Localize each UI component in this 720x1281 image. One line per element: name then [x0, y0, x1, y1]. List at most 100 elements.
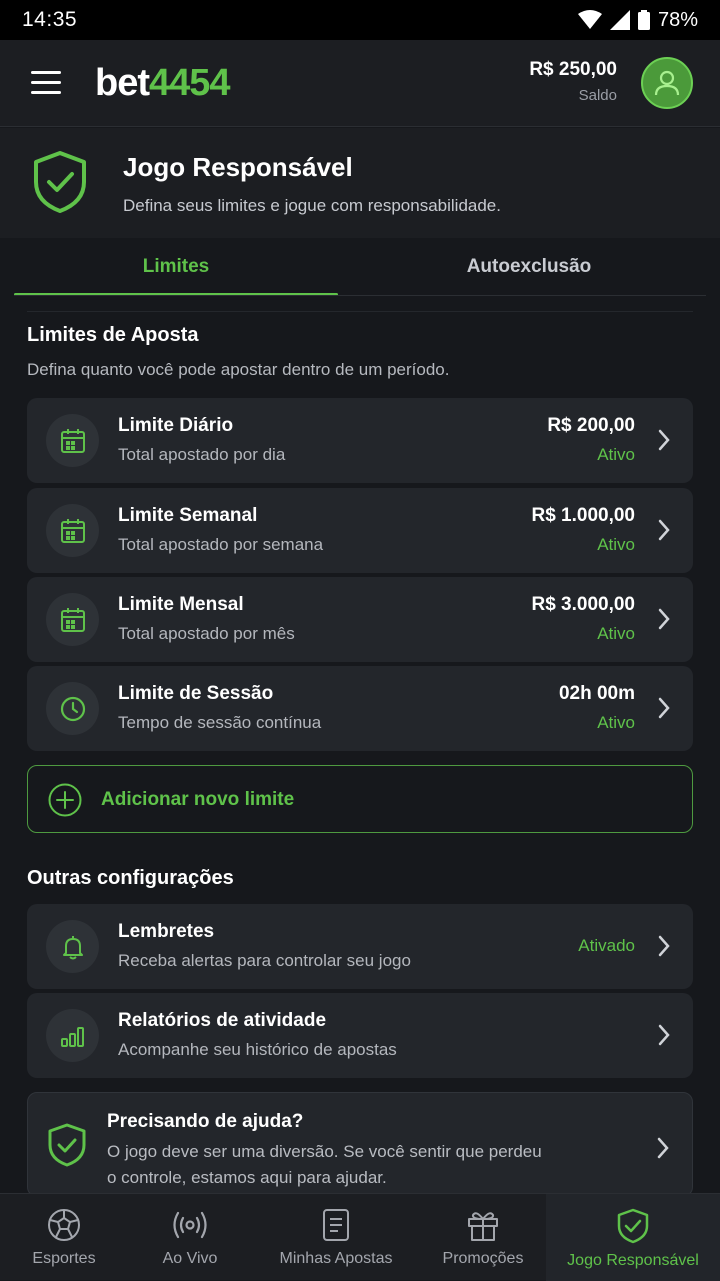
divider — [27, 311, 693, 312]
receipt-icon — [323, 1209, 349, 1241]
nav-ao-vivo[interactable]: Ao Vivo — [128, 1194, 252, 1281]
limit-card-monthly[interactable]: Limite Mensal Total apostado por mês R$ … — [27, 577, 693, 662]
chevron-right-icon — [658, 519, 670, 541]
icon-badge — [46, 414, 99, 467]
limit-status: Ativo — [597, 445, 635, 464]
limit-card-daily[interactable]: Limite Diário Total apostado por dia R$ … — [27, 398, 693, 483]
nav-minhas-apostas[interactable]: Minhas Apostas — [252, 1194, 420, 1281]
add-limit-button[interactable]: Adicionar novo limite — [27, 765, 693, 833]
bell-icon — [62, 935, 83, 959]
limit-description: Tempo de sessão contínua — [118, 713, 322, 732]
balance-amount: R$ 250,00 — [529, 59, 617, 80]
tab-limites[interactable]: Limites — [14, 238, 338, 296]
help-card[interactable]: Precisando de ajuda? O jogo deve ser uma… — [27, 1092, 693, 1197]
battery-level: 78% — [657, 8, 698, 31]
wifi-icon — [577, 10, 602, 29]
nav-promocoes[interactable]: Promoções — [420, 1194, 546, 1281]
shield-check-icon — [48, 1123, 86, 1167]
nav-label: Minhas Apostas — [279, 1250, 393, 1267]
limit-value: R$ 1.000,00 — [531, 505, 635, 526]
menu-icon[interactable] — [31, 71, 61, 95]
signal-icon — [609, 10, 630, 30]
calendar-icon — [60, 607, 85, 632]
nav-label: Esportes — [32, 1250, 96, 1267]
limit-card-weekly[interactable]: Limite Semanal Total apostado por semana… — [27, 488, 693, 573]
logo-text-white: bet — [95, 62, 150, 104]
limit-value: 02h 00m — [558, 683, 635, 704]
help-text: O jogo deve ser uma diversão. Se você se… — [107, 1142, 542, 1187]
chevron-right-icon — [658, 935, 670, 957]
limit-title: Limite Mensal — [118, 594, 244, 615]
nav-label: Promoções — [442, 1250, 524, 1267]
nav-label: Ao Vivo — [162, 1250, 218, 1267]
logo[interactable]: bet4454 — [95, 62, 231, 105]
limit-title: Limite de Sessão — [118, 683, 274, 704]
nav-label: Jogo Responsável — [567, 1252, 699, 1269]
shield-check-icon — [34, 151, 86, 213]
status-icons: 78% — [577, 8, 698, 32]
tab-label: Autoexclusão — [466, 256, 592, 277]
page-subtitle: Defina seus limites e jogue com responsa… — [123, 196, 501, 215]
setting-title: Lembretes — [118, 921, 215, 942]
limit-value: R$ 200,00 — [547, 415, 635, 436]
icon-badge — [46, 1009, 99, 1062]
avatar[interactable] — [641, 57, 693, 109]
status-time: 14:35 — [22, 8, 78, 31]
balance-label: Saldo — [578, 87, 617, 104]
app-bar: bet4454 R$ 250,00 Saldo — [0, 40, 720, 127]
page-header: Jogo Responsável Defina seus limites e j… — [0, 128, 720, 238]
broadcast-icon — [173, 1211, 207, 1239]
limit-description: Total apostado por semana — [118, 535, 324, 554]
add-limit-label: Adicionar novo limite — [101, 789, 295, 810]
status-bar: 14:35 78% — [0, 0, 720, 40]
nav-jogo-responsavel[interactable]: Jogo Responsável — [546, 1194, 720, 1281]
tab-label: Limites — [142, 256, 210, 277]
settings-card-reports[interactable]: Relatórios de atividade Acompanhe seu hi… — [27, 993, 693, 1078]
setting-title: Relatórios de atividade — [118, 1010, 327, 1031]
limit-status: Ativo — [597, 535, 635, 554]
limit-status: Ativo — [597, 624, 635, 643]
limit-status: Ativo — [597, 713, 635, 732]
limit-description: Total apostado por dia — [118, 445, 286, 464]
limit-title: Limite Diário — [118, 415, 234, 436]
limit-value: R$ 3.000,00 — [531, 594, 635, 615]
setting-description: Receba alertas para controlar seu jogo — [118, 951, 411, 970]
tab-divider — [14, 295, 706, 296]
gift-icon — [468, 1212, 498, 1241]
section-title-other: Outras configurações — [27, 867, 234, 889]
clock-icon — [60, 696, 85, 721]
icon-badge — [46, 593, 99, 646]
chevron-right-icon — [657, 1137, 669, 1159]
help-title: Precisando de ajuda? — [107, 1111, 304, 1132]
user-icon — [654, 70, 680, 96]
shield-check-icon — [617, 1208, 649, 1244]
bar-chart-icon — [60, 1026, 84, 1047]
logo-text-green: 4454 — [149, 62, 231, 104]
page-title: Jogo Responsável — [123, 152, 353, 182]
icon-badge — [46, 504, 99, 557]
setting-description: Acompanhe seu histórico de apostas — [118, 1040, 397, 1059]
chevron-right-icon — [658, 429, 670, 451]
limit-card-session[interactable]: Limite de Sessão Tempo de sessão contínu… — [27, 666, 693, 751]
plus-circle-icon — [48, 783, 82, 817]
limit-title: Limite Semanal — [118, 505, 258, 526]
calendar-icon — [60, 518, 85, 543]
battery-icon — [637, 10, 650, 30]
calendar-icon — [60, 428, 85, 453]
nav-esportes[interactable]: Esportes — [0, 1194, 128, 1281]
limit-description: Total apostado por mês — [118, 624, 295, 643]
icon-badge — [46, 920, 99, 973]
bottom-navigation: Esportes Ao Vivo Minhas Apostas Promoçõe… — [0, 1193, 720, 1281]
setting-status: Ativado — [578, 936, 635, 955]
soccer-ball-icon — [48, 1209, 80, 1241]
section-title-limits: Limites de Aposta — [27, 324, 199, 346]
balance[interactable]: R$ 250,00 Saldo — [529, 59, 617, 104]
chevron-right-icon — [658, 697, 670, 719]
tab-bar: Limites Autoexclusão — [0, 238, 720, 296]
chevron-right-icon — [658, 608, 670, 630]
tab-autoexclusao[interactable]: Autoexclusão — [338, 238, 720, 296]
section-subtitle-limits: Defina quanto você pode apostar dentro d… — [27, 360, 450, 379]
chevron-right-icon — [658, 1024, 670, 1046]
icon-badge — [46, 682, 99, 735]
settings-card-reminders[interactable]: Lembretes Receba alertas para controlar … — [27, 904, 693, 989]
